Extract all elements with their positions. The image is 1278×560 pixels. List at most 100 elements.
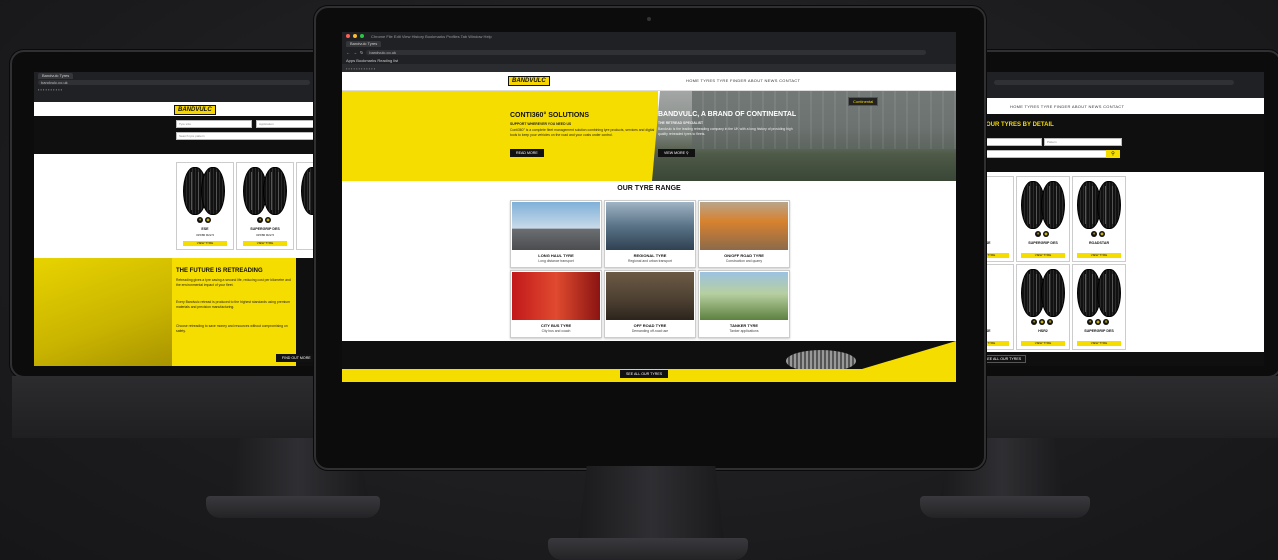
axle-icon: ◉ <box>1099 231 1105 237</box>
right-screen: ▪ ▪ ▪ ▪ ▪ ▪ ▪ ▪ HOME TYRES TYRE FINDER A… <box>960 72 1264 366</box>
forward-icon[interactable]: → <box>353 50 357 55</box>
view-more-button[interactable]: VIEW MORE ⚲ <box>658 149 695 157</box>
brand-body: Bandvulc is the leading retreading compa… <box>658 127 793 136</box>
maximize-window-icon[interactable] <box>360 34 364 38</box>
hero-body: Conti360° is a complete fleet management… <box>510 128 655 137</box>
view-tyre-button[interactable]: VIEW TYRE <box>183 241 227 246</box>
center-browser-chrome: Chrome File Edit View History Bookmarks … <box>342 32 956 72</box>
left-screen: Bandvulc Tyres bandvulc.co.uk ▪ ▪ ▪ ▪ ▪ … <box>34 72 340 366</box>
tyre-name: ESE <box>201 227 209 231</box>
minimize-window-icon[interactable] <box>353 34 357 38</box>
season-icon: ☀ <box>1031 319 1037 325</box>
reload-icon[interactable]: ↻ <box>360 50 363 55</box>
tyre-name: SUPERGRIP DES <box>250 227 280 231</box>
tyre-image <box>1097 181 1121 229</box>
card-title: REGIONAL TYRE <box>633 253 667 258</box>
close-window-icon[interactable] <box>346 34 350 38</box>
retread-paragraph: Choose retreading to save money and reso… <box>176 324 288 333</box>
tyre-image <box>263 167 287 215</box>
tyre-range-card[interactable]: LONG HAUL TYRE Long distance transport <box>510 200 602 268</box>
grip-icon: ❄ <box>1103 319 1109 325</box>
tyre-card[interactable]: ☀ ◉ SUPERGRIP DES VIEW TYRE <box>1016 176 1070 262</box>
card-subtitle: Tanker applications <box>729 329 759 333</box>
left-tyre-grid: ☀ ◉ ESE 315/80 R22.5 VIEW TYRE ☀ ◉ SUPER… <box>34 154 340 258</box>
right-monitor-chin <box>936 376 1278 438</box>
right-site-header: HOME TYRES TYRE FINDER ABOUT NEWS CONTAC… <box>960 98 1264 115</box>
tyre-name: SUPERGRIP DES <box>1084 329 1114 333</box>
card-title: TANKER TYRE <box>729 323 759 328</box>
view-tyre-button[interactable]: VIEW TYRE <box>1021 253 1065 258</box>
season-icon: ☀ <box>257 217 263 223</box>
back-icon[interactable]: ← <box>346 50 350 55</box>
axle-icon: ◉ <box>265 217 271 223</box>
left-monitor-foot <box>206 496 380 518</box>
tyre-card[interactable]: ☀ ◉ ESE 315/80 R22.5 VIEW TYRE <box>176 162 234 250</box>
brand-subtitle: THE RETREAD SPECIALIST <box>658 121 704 125</box>
tyre-card[interactable]: ☀ ◉ ❄ HSR2 VIEW TYRE <box>1016 264 1070 350</box>
tyre-range-card[interactable]: OFF ROAD TYRE Demanding off-road use <box>604 270 696 338</box>
tyre-range-card[interactable]: ON/OFF ROAD TYRE Construction and quarry <box>698 200 790 268</box>
site-header: BANDVULC HOME TYRES TYRE FINDER ABOUT NE… <box>342 72 956 91</box>
off-road-tyre-photo <box>606 272 694 320</box>
retread-paragraph: Retreading gives a tyre casing a second … <box>176 278 291 287</box>
bandvulc-logo[interactable]: BANDVULC <box>174 105 216 115</box>
right-browser-chrome: ▪ ▪ ▪ ▪ ▪ ▪ ▪ ▪ <box>960 72 1264 98</box>
hero-title: CONTI360° SOLUTIONS <box>510 112 590 119</box>
main-nav[interactable]: HOME TYRES TYRE FINDER ABOUT NEWS CONTAC… <box>1010 104 1124 109</box>
brand-title: BANDVULC, A BRAND OF CONTINENTAL <box>658 111 797 118</box>
tyre-image <box>1097 269 1121 317</box>
axle-icon: ◉ <box>1039 319 1045 325</box>
search-icon: ⚲ <box>685 151 689 155</box>
address-bar[interactable]: bandvulc.co.uk <box>366 49 926 55</box>
long-haul-truck-photo <box>512 202 600 250</box>
construction-vehicle-photo <box>700 202 788 250</box>
right-monitor-foot <box>920 496 1090 518</box>
left-browser-chrome: Bandvulc Tyres bandvulc.co.uk ▪ ▪ ▪ ▪ ▪ … <box>34 72 340 102</box>
tyre-size-select[interactable]: Tyre size <box>176 120 252 128</box>
season-icon: ☀ <box>197 217 203 223</box>
find-out-more-button[interactable]: FIND OUT MORE <box>276 354 317 362</box>
read-more-button[interactable]: READ MORE <box>510 149 544 157</box>
search-icon: ⚲ <box>1111 151 1115 157</box>
center-monitor-foot <box>548 538 748 560</box>
view-tyre-button[interactable]: VIEW TYRE <box>1021 341 1065 346</box>
building-photo <box>692 91 956 149</box>
browser-tab[interactable]: Bandvulc Tyres <box>38 72 74 79</box>
retread-section: THE FUTURE IS RETREADING Retreading give… <box>34 258 340 366</box>
tyre-image <box>201 167 225 215</box>
left-monitor-chin <box>12 376 340 438</box>
tyre-name: HSR2 <box>1038 329 1048 333</box>
tyre-size: 315/80 R22.5 <box>255 233 274 237</box>
axle-icon: ◉ <box>205 217 211 223</box>
tyre-range-card[interactable]: REGIONAL TYRE Regional and urban transpo… <box>604 200 696 268</box>
see-all-tyres-button[interactable]: SEE ALL OUR TYRES <box>620 370 669 378</box>
browser-tab[interactable]: Bandvulc Tyres <box>346 41 382 47</box>
view-more-label: VIEW MORE <box>664 151 685 155</box>
tyre-card[interactable]: ☀ ◉ SUPERGRIP DES 315/80 R22.5 VIEW TYRE <box>236 162 294 250</box>
see-all-tyres-button[interactable]: SEE ALL OUR TYRES <box>980 355 1027 363</box>
bandvulc-logo[interactable]: BANDVULC <box>508 76 550 86</box>
card-title: OFF ROAD TYRE <box>633 323 667 328</box>
address-bar[interactable]: bandvulc.co.uk <box>38 80 310 85</box>
webcam <box>647 17 651 21</box>
view-tyre-button[interactable]: VIEW TYRE <box>1077 341 1121 346</box>
card-subtitle: Long distance transport <box>538 259 574 263</box>
tanker-truck-photo <box>700 272 788 320</box>
main-nav[interactable]: HOME TYRES TYRE FINDER ABOUT NEWS CONTAC… <box>686 78 800 83</box>
retread-paragraph: Every Bandvulc retread is produced to th… <box>176 300 291 309</box>
bookmarks-bar[interactable]: Apps Bookmarks Reading list <box>346 58 398 63</box>
retread-truck-photo <box>34 258 172 366</box>
tyre-range-card[interactable]: TANKER TYRE Tanker applications <box>698 270 790 338</box>
view-tyre-button[interactable]: VIEW TYRE <box>1077 253 1121 258</box>
tyre-range-card[interactable]: CITY BUS TYRE City bus and coach <box>510 270 602 338</box>
tyre-card[interactable]: ☀ ◉ ❄ SUPERGRIP DES VIEW TYRE <box>1072 264 1126 350</box>
tyre-detail-heading: YOUR TYRES BY DETAIL <box>982 122 1054 128</box>
address-bar[interactable] <box>994 80 1234 85</box>
right-search-panel: YOUR TYRES BY DETAIL Tyre size Pattern ⚲ <box>960 114 1264 172</box>
search-button[interactable]: ⚲ <box>1106 150 1120 158</box>
card-subtitle: City bus and coach <box>541 329 571 333</box>
view-tyre-button[interactable]: VIEW TYRE <box>243 241 287 246</box>
tyre-image <box>1041 269 1065 317</box>
pattern-select[interactable]: Pattern <box>1044 138 1122 146</box>
tyre-card[interactable]: ☀ ◉ ROADSTAR VIEW TYRE <box>1072 176 1126 262</box>
